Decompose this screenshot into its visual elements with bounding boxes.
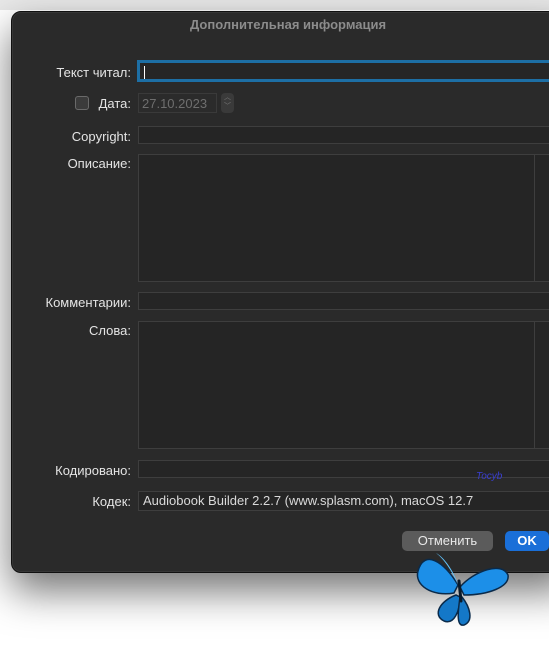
chevron-up-icon[interactable]: ︿ — [221, 93, 234, 102]
comments-input[interactable] — [138, 292, 549, 310]
date-field[interactable]: 27.10.2023 — [138, 93, 217, 113]
description-textarea[interactable] — [138, 154, 549, 282]
watermark-text: Tocyb — [476, 471, 503, 482]
lyrics-scrollbar[interactable] — [534, 322, 535, 448]
butterfly-icon — [416, 553, 509, 626]
codec-label: Кодек: — [92, 494, 131, 509]
date-label: Дата: — [98, 96, 131, 111]
dialog-title: Дополнительная информация — [190, 17, 387, 32]
narrator-input[interactable] — [137, 60, 549, 82]
copyright-label: Copyright: — [71, 129, 131, 144]
description-scrollbar[interactable] — [534, 155, 535, 281]
lyrics-textarea[interactable] — [138, 321, 549, 449]
encoded-label: Кодировано: — [55, 463, 131, 478]
lyrics-label: Слова: — [89, 323, 131, 338]
narrator-label: Текст читал: — [56, 65, 131, 80]
chevron-down-icon[interactable]: ﹀ — [221, 102, 234, 111]
text-caret — [144, 65, 145, 79]
date-stepper[interactable]: ︿ ﹀ — [221, 93, 234, 113]
codec-input[interactable]: Audiobook Builder 2.2.7 (www.splasm.com)… — [138, 491, 549, 511]
date-checkbox[interactable] — [75, 96, 89, 110]
description-label: Описание: — [67, 156, 131, 171]
ok-button[interactable]: OK — [505, 531, 549, 551]
comments-label: Комментарии: — [45, 295, 132, 310]
desktop-background — [0, 0, 549, 10]
copyright-input[interactable] — [138, 126, 549, 144]
